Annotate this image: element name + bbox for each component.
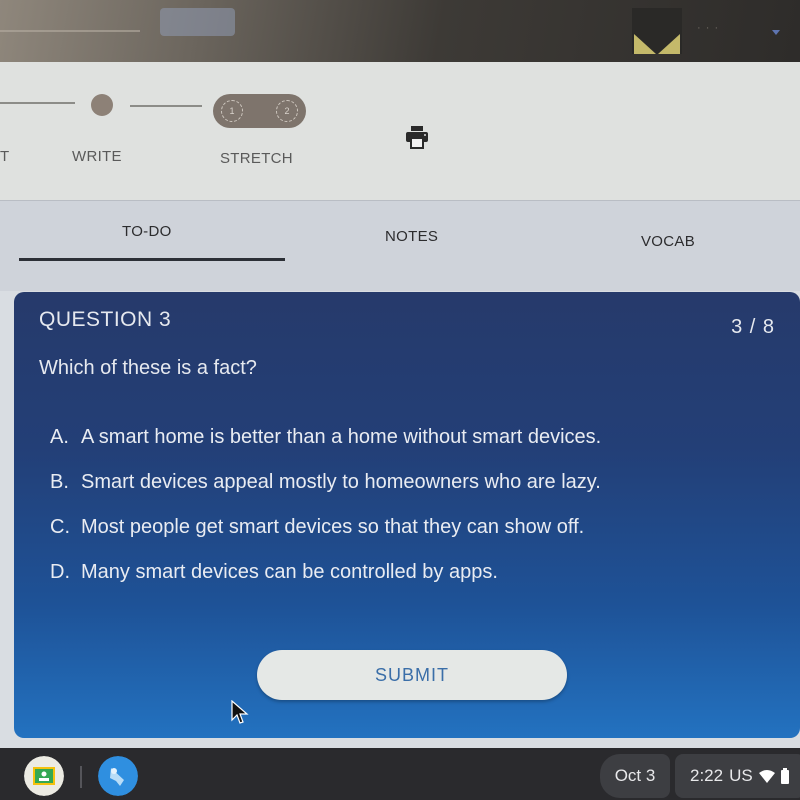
lesson-stepper: 1 2 T WRITE STRETCH [0, 62, 800, 200]
answer-text: A smart home is better than a home witho… [81, 426, 602, 448]
answer-option-c[interactable]: C. Most people get smart devices so that… [50, 512, 750, 542]
step-label-previous[interactable]: T [0, 148, 9, 165]
tab-notes[interactable]: NOTES [385, 228, 438, 245]
header-button[interactable] [160, 8, 235, 36]
answer-text: Most people get smart devices so that th… [81, 516, 585, 538]
answer-option-a[interactable]: A. A smart home is better than a home wi… [50, 422, 750, 452]
chevron-down-icon[interactable] [772, 30, 780, 35]
tab-todo[interactable]: TO-DO [122, 223, 172, 240]
answer-list: A. A smart home is better than a home wi… [50, 422, 750, 602]
os-taskbar: Oct 3 2:22 US [0, 748, 800, 800]
answer-letter: C. [50, 516, 70, 538]
rocket-app-icon[interactable] [98, 756, 138, 796]
tray-locale: US [729, 766, 753, 785]
question-counter: 3 / 8 [731, 316, 775, 338]
tab-bar: TO-DO NOTES VOCAB [0, 200, 800, 291]
print-icon[interactable] [404, 125, 430, 149]
step-connector [0, 102, 75, 104]
battery-icon [780, 768, 789, 784]
answer-text: Many smart devices can be controlled by … [81, 561, 498, 583]
mouse-cursor-icon [231, 700, 249, 724]
active-tab-indicator [19, 258, 285, 261]
tray-date[interactable]: Oct 3 [600, 754, 670, 798]
step-write-dot[interactable] [91, 94, 113, 116]
question-title: QUESTION 3 [39, 308, 172, 331]
answer-letter: D. [50, 561, 70, 583]
step-label-write[interactable]: WRITE [72, 148, 122, 165]
submit-button[interactable]: SUBMIT [257, 650, 567, 700]
stretch-substep-2[interactable]: 2 [276, 100, 298, 122]
answer-text: Smart devices appeal mostly to homeowner… [81, 471, 601, 493]
step-connector [130, 105, 202, 107]
header-divider [0, 30, 140, 32]
answer-option-d[interactable]: D. Many smart devices can be controlled … [50, 557, 750, 587]
question-prompt: Which of these is a fact? [39, 357, 257, 379]
wifi-icon [758, 770, 775, 783]
stretch-substep-1[interactable]: 1 [221, 100, 243, 122]
user-name: · · · [697, 22, 720, 34]
answer-letter: A. [50, 426, 69, 448]
google-classroom-icon[interactable] [24, 756, 64, 796]
step-label-stretch[interactable]: STRETCH [220, 150, 293, 167]
answer-option-b[interactable]: B. Smart devices appeal mostly to homeow… [50, 467, 750, 497]
tab-vocab[interactable]: VOCAB [641, 233, 695, 250]
tray-status[interactable]: 2:22 US [675, 754, 800, 798]
answer-letter: B. [50, 471, 69, 493]
step-stretch-pill[interactable]: 1 2 [213, 94, 306, 128]
question-card: QUESTION 3 3 / 8 Which of these is a fac… [14, 292, 800, 738]
shelf-divider [80, 766, 82, 788]
tray-time: 2:22 [690, 766, 724, 785]
top-header: · · · [0, 0, 800, 62]
user-avatar[interactable] [632, 8, 682, 54]
